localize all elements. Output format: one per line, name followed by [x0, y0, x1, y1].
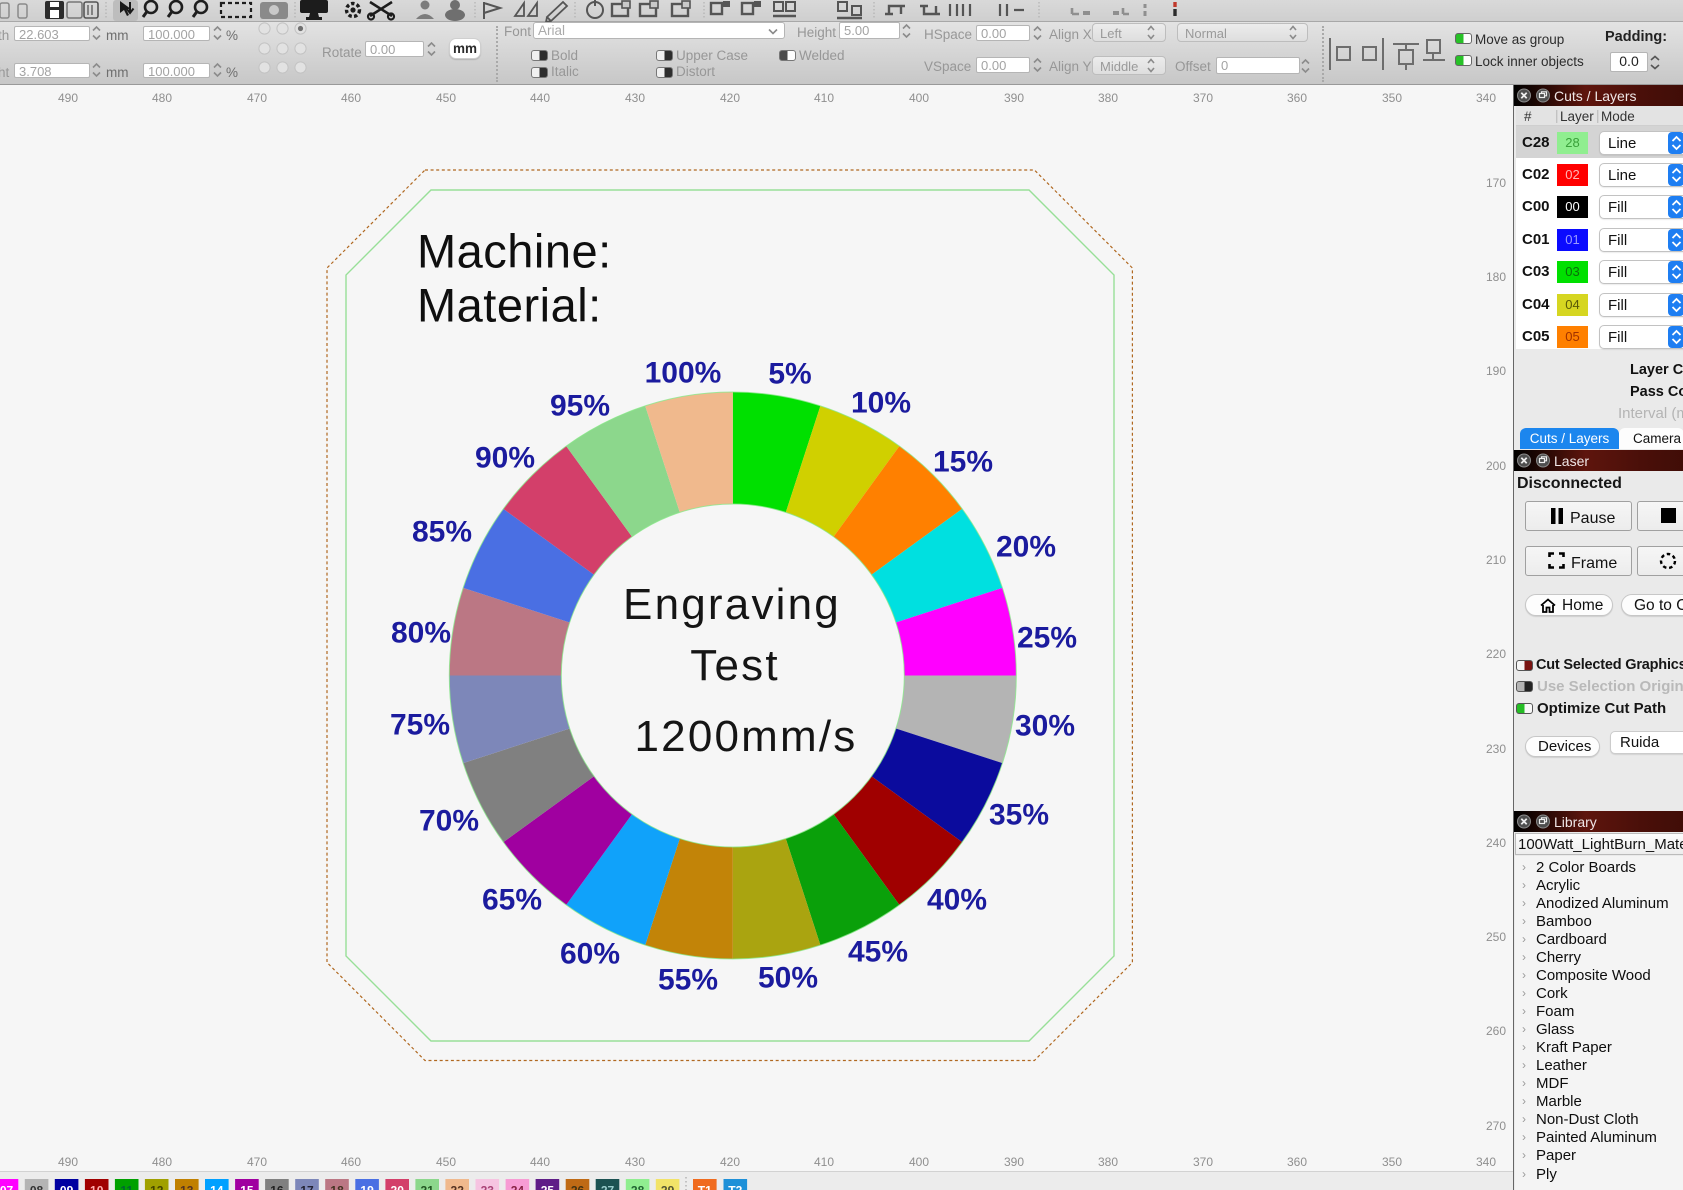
svg-text:26: 26 — [571, 1184, 585, 1190]
svg-text:480: 480 — [152, 91, 172, 105]
svg-text:380: 380 — [1098, 91, 1118, 105]
svg-text:410: 410 — [814, 1155, 834, 1169]
svg-text:350: 350 — [1382, 91, 1402, 105]
svg-text:12: 12 — [150, 1184, 164, 1190]
svg-text:20%: 20% — [996, 531, 1056, 564]
svg-text:10: 10 — [90, 1184, 104, 1190]
svg-text:Material:: Material: — [417, 279, 602, 332]
svg-text:270: 270 — [1486, 1119, 1506, 1133]
svg-text:19: 19 — [360, 1184, 374, 1190]
svg-text:450: 450 — [436, 91, 456, 105]
svg-text:27: 27 — [601, 1184, 615, 1190]
svg-text:180: 180 — [1486, 270, 1506, 284]
svg-text:08: 08 — [30, 1184, 44, 1190]
svg-text:29: 29 — [661, 1184, 675, 1190]
svg-text:T1: T1 — [698, 1184, 712, 1190]
svg-text:15: 15 — [240, 1184, 254, 1190]
svg-text:Machine:: Machine: — [417, 225, 612, 278]
svg-text:480: 480 — [152, 1155, 172, 1169]
svg-text:450: 450 — [436, 1155, 456, 1169]
svg-text:340: 340 — [1476, 1155, 1496, 1169]
svg-text:460: 460 — [341, 91, 361, 105]
svg-text:5%: 5% — [768, 358, 811, 391]
svg-text:16: 16 — [270, 1184, 284, 1190]
svg-text:28: 28 — [631, 1184, 645, 1190]
svg-text:09: 09 — [60, 1184, 74, 1190]
svg-text:65%: 65% — [482, 884, 542, 917]
svg-text:45%: 45% — [848, 936, 908, 969]
svg-text:11: 11 — [120, 1184, 133, 1190]
svg-text:25%: 25% — [1017, 622, 1077, 655]
svg-text:80%: 80% — [391, 617, 451, 650]
svg-text:17: 17 — [300, 1184, 314, 1190]
svg-text:400: 400 — [909, 1155, 929, 1169]
svg-text:T2: T2 — [728, 1184, 742, 1190]
svg-text:410: 410 — [814, 91, 834, 105]
svg-text:18: 18 — [330, 1184, 344, 1190]
svg-text:170: 170 — [1486, 176, 1506, 190]
svg-text:360: 360 — [1287, 91, 1307, 105]
svg-text:390: 390 — [1004, 91, 1024, 105]
svg-text:35%: 35% — [989, 799, 1049, 832]
svg-text:240: 240 — [1486, 836, 1506, 850]
svg-text:370: 370 — [1193, 91, 1213, 105]
svg-text:200: 200 — [1486, 459, 1506, 473]
svg-text:420: 420 — [720, 1155, 740, 1169]
svg-text:360: 360 — [1287, 1155, 1307, 1169]
svg-text:380: 380 — [1098, 1155, 1118, 1169]
svg-text:420: 420 — [720, 91, 740, 105]
svg-text:1200mm/s: 1200mm/s — [634, 712, 857, 761]
svg-text:210: 210 — [1486, 553, 1506, 567]
svg-text:350: 350 — [1382, 1155, 1402, 1169]
svg-text:50%: 50% — [758, 962, 818, 995]
svg-text:430: 430 — [625, 91, 645, 105]
svg-text:400: 400 — [909, 91, 929, 105]
svg-text:85%: 85% — [412, 516, 472, 549]
svg-text:250: 250 — [1486, 930, 1506, 944]
svg-text:14: 14 — [210, 1184, 224, 1190]
svg-text:470: 470 — [247, 91, 267, 105]
svg-text:230: 230 — [1486, 742, 1506, 756]
svg-text:470: 470 — [247, 1155, 267, 1169]
svg-text:190: 190 — [1486, 364, 1506, 378]
svg-text:440: 440 — [530, 1155, 550, 1169]
svg-text:07: 07 — [0, 1184, 13, 1190]
svg-text:490: 490 — [58, 91, 78, 105]
svg-text:220: 220 — [1486, 647, 1506, 661]
svg-text:21: 21 — [421, 1184, 435, 1190]
svg-text:100%: 100% — [645, 357, 722, 390]
svg-text:Engraving: Engraving — [623, 580, 841, 629]
svg-text:340: 340 — [1476, 91, 1496, 105]
svg-text:15%: 15% — [933, 446, 993, 479]
svg-text:22: 22 — [451, 1184, 465, 1190]
svg-text:60%: 60% — [560, 938, 620, 971]
svg-text:75%: 75% — [390, 709, 450, 742]
svg-text:25: 25 — [541, 1184, 555, 1190]
svg-text:260: 260 — [1486, 1024, 1506, 1038]
svg-text:55%: 55% — [658, 964, 718, 997]
svg-text:10%: 10% — [851, 387, 911, 420]
svg-text:440: 440 — [530, 91, 550, 105]
svg-text:40%: 40% — [927, 884, 987, 917]
svg-text:430: 430 — [625, 1155, 645, 1169]
svg-text:20: 20 — [391, 1184, 405, 1190]
svg-text:490: 490 — [58, 1155, 78, 1169]
svg-text:Test: Test — [690, 641, 780, 690]
svg-text:460: 460 — [341, 1155, 361, 1169]
svg-text:95%: 95% — [550, 390, 610, 423]
svg-text:23: 23 — [481, 1184, 495, 1190]
svg-text:70%: 70% — [419, 805, 479, 838]
svg-text:90%: 90% — [475, 442, 535, 475]
svg-text:13: 13 — [180, 1184, 194, 1190]
svg-text:390: 390 — [1004, 1155, 1024, 1169]
svg-text:30%: 30% — [1015, 710, 1075, 743]
svg-text:24: 24 — [511, 1184, 525, 1190]
svg-text:370: 370 — [1193, 1155, 1213, 1169]
